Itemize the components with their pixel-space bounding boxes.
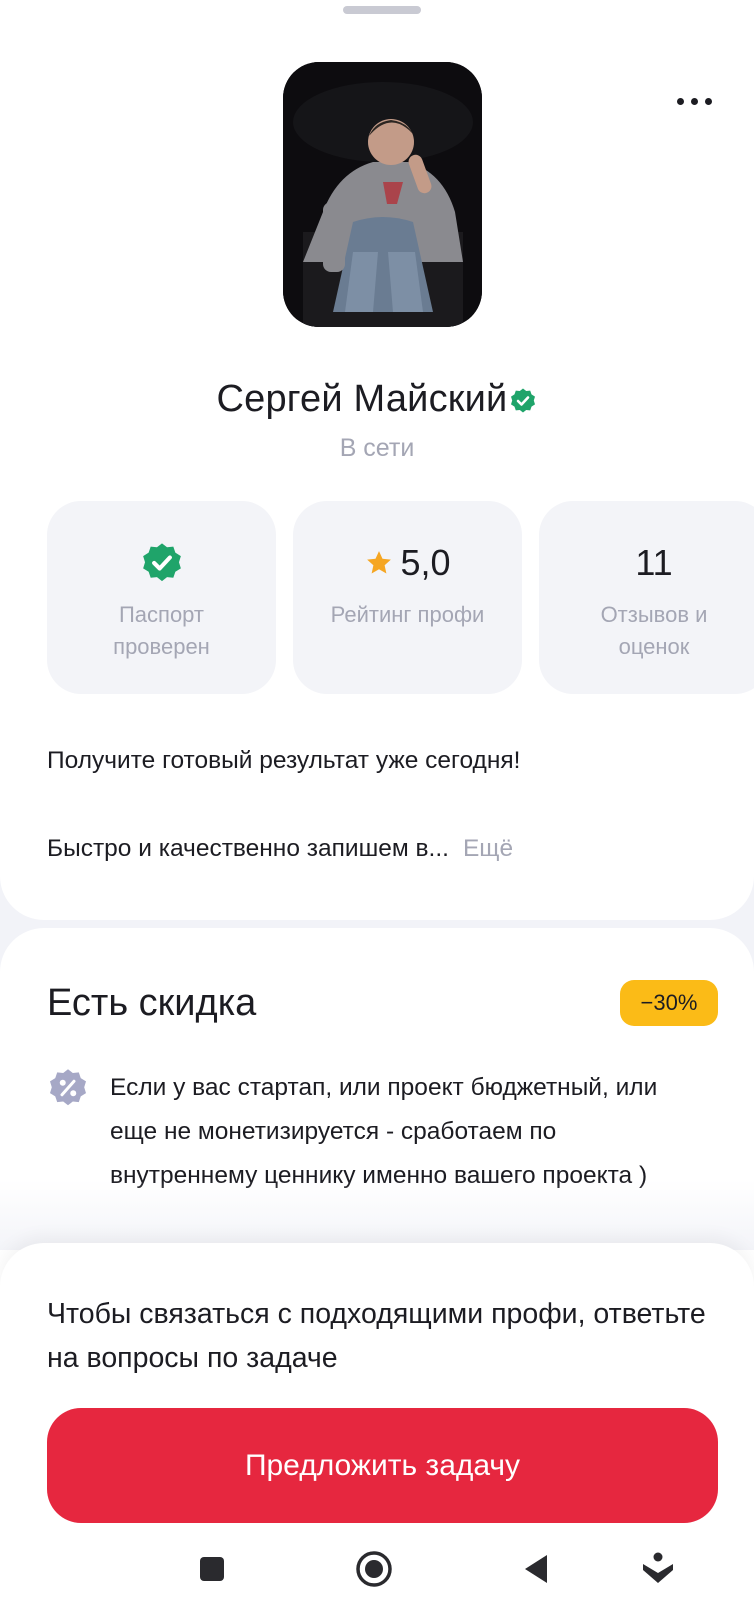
- nav-back-icon: [525, 1555, 547, 1583]
- rating-value: 5,0: [400, 542, 451, 583]
- scroll-fade: [0, 1180, 754, 1250]
- system-nav-bar: [0, 1540, 754, 1600]
- stat-label: Паспорт проверен: [113, 602, 210, 659]
- stat-head: [140, 539, 184, 587]
- stat-label: Рейтинг профи: [330, 602, 485, 627]
- stat-head: 5,0: [364, 539, 451, 587]
- nav-assistant-icon: [643, 1552, 673, 1583]
- stat-card-rating[interactable]: 5,0 Рейтинг профи: [293, 501, 522, 694]
- nav-assistant-button[interactable]: [630, 1544, 686, 1594]
- online-status: В сети: [339, 434, 415, 462]
- stat-card-passport[interactable]: Паспорт проверен: [47, 501, 276, 694]
- about-preview: Быстро и качественно запишем в...: [47, 835, 449, 862]
- verified-badge-icon: [511, 388, 536, 413]
- profile-name-row: Сергей Майский: [0, 374, 754, 424]
- nav-home-button[interactable]: [346, 1544, 402, 1594]
- more-dot-icon: [676, 97, 684, 105]
- star-icon: [367, 551, 392, 574]
- more-dot-icon: [690, 97, 698, 105]
- more-dot-icon: [704, 97, 712, 105]
- about-line-2: Быстро и качественно запишем в... Ещё: [47, 835, 513, 863]
- profile-name: Сергей Майский: [216, 377, 508, 420]
- stat-head: 11: [635, 539, 672, 587]
- percent-badge-icon: [50, 1069, 86, 1106]
- stat-label: Отзывов и оценок: [600, 602, 708, 659]
- more-options-button[interactable]: [668, 88, 720, 114]
- nav-back-button[interactable]: [508, 1544, 564, 1594]
- stat-card-reviews[interactable]: 11 Отзывов и оценок: [539, 501, 754, 694]
- discount-badge: −30%: [620, 980, 718, 1026]
- avatar-photo: [283, 62, 482, 327]
- show-more-link[interactable]: Ещё: [463, 835, 513, 862]
- discount-title: Есть скидка: [47, 982, 257, 1024]
- propose-task-button[interactable]: Предложить задачу: [47, 1408, 718, 1523]
- verified-check-icon: [142, 543, 181, 582]
- avatar[interactable]: [283, 62, 482, 327]
- nav-home-icon: [356, 1551, 392, 1587]
- drag-handle[interactable]: [343, 6, 421, 14]
- discount-description: Если у вас стартап, или проект бюджетный…: [110, 1074, 658, 1189]
- nav-recents-icon: [200, 1557, 224, 1581]
- about-line-1: Получите готовый результат уже сегодня!: [47, 747, 521, 774]
- cta-hint-text: Чтобы связаться с подходящими профи, отв…: [47, 1298, 706, 1374]
- reviews-count: 11: [635, 542, 673, 583]
- nav-recents-button[interactable]: [184, 1544, 240, 1594]
